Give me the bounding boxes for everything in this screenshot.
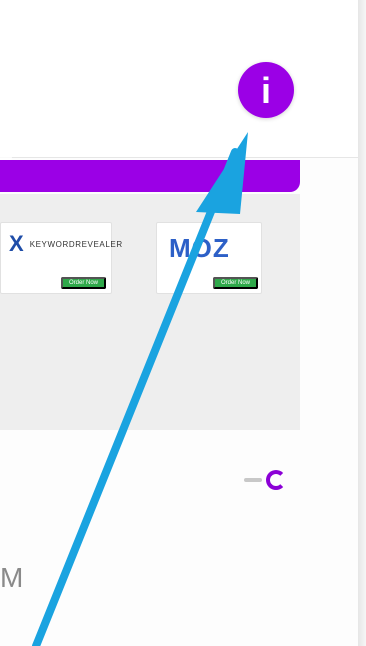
header: i	[0, 0, 360, 158]
keyword-revealer-logo: X KEYWORDREVEALER	[9, 233, 123, 255]
keyword-revealer-brand: KEYWORDREVEALER	[29, 239, 123, 249]
order-now-button[interactable]: Order Now	[61, 277, 107, 289]
right-scrollbar-track	[358, 0, 366, 646]
info-button[interactable]: i	[238, 62, 294, 118]
product-cards-panel: X KEYWORDREVEALER Order Now MOZ Order No…	[0, 194, 300, 430]
keyword-revealer-card: X KEYWORDREVEALER Order Now	[0, 222, 122, 294]
moz-logo: MOZ	[169, 233, 230, 263]
purple-banner-bar	[0, 160, 300, 192]
loading-ring-icon	[266, 470, 286, 490]
order-now-button[interactable]: Order Now	[213, 277, 259, 289]
moz-card: MOZ Order Now	[156, 222, 262, 294]
info-icon: i	[260, 70, 271, 111]
page: i X KEYWORDREVEALER Order Now MOZ Order …	[0, 0, 366, 646]
footer-partial-text: M	[0, 562, 24, 593]
mini-progress-widget	[244, 470, 296, 490]
dots-icon	[244, 478, 262, 482]
keyword-revealer-x-icon: X	[9, 231, 24, 256]
